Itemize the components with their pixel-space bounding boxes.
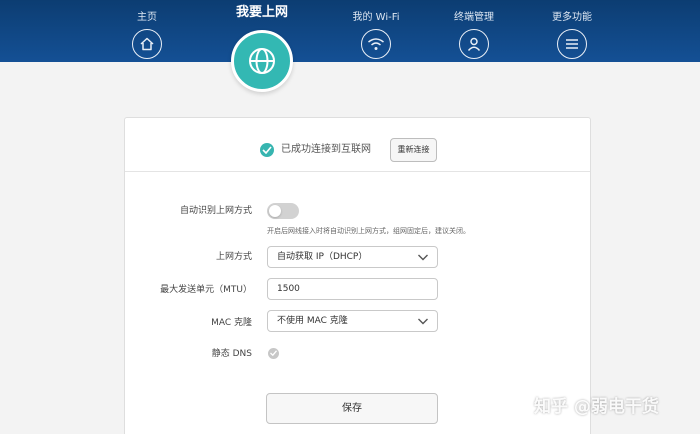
user-icon[interactable] bbox=[459, 29, 489, 59]
connection-type-value: 自动获取 IP（DHCP） bbox=[277, 252, 368, 262]
nav-label-devices: 终端管理 bbox=[454, 12, 494, 23]
auto-detect-toggle[interactable] bbox=[267, 203, 299, 219]
connection-status-bar: 已成功连接到互联网 重新连接 bbox=[125, 118, 590, 172]
menu-icon[interactable] bbox=[557, 29, 587, 59]
nav-item-home[interactable]: 主页 bbox=[107, 0, 187, 59]
static-dns-label: 静态 DNS bbox=[211, 349, 252, 359]
top-nav-bar: 主页 我要上网 我的 Wi-Fi 终端管理 更多功能 bbox=[0, 0, 700, 62]
mac-clone-select[interactable]: 不使用 MAC 克隆 bbox=[267, 310, 438, 332]
connection-type-label: 上网方式 bbox=[215, 252, 252, 262]
nav-item-internet[interactable]: 我要上网 bbox=[222, 0, 302, 21]
chevron-down-icon bbox=[418, 254, 428, 261]
save-button[interactable]: 保存 bbox=[266, 393, 438, 424]
mtu-input[interactable]: 1500 bbox=[267, 278, 438, 300]
mtu-value: 1500 bbox=[277, 284, 300, 294]
mtu-label: 最大发送单元（MTU） bbox=[160, 285, 252, 295]
nav-item-wifi[interactable]: 我的 Wi-Fi bbox=[336, 0, 416, 59]
auto-detect-hint: 开启后网线接入时将自动识别上网方式，组网固定后，建议关闭。 bbox=[267, 227, 470, 235]
auto-detect-label: 自动识别上网方式 bbox=[179, 206, 252, 216]
mac-clone-value: 不使用 MAC 克隆 bbox=[277, 316, 348, 326]
wifi-icon[interactable] bbox=[361, 29, 391, 59]
home-icon[interactable] bbox=[132, 29, 162, 59]
chevron-down-icon bbox=[418, 318, 428, 325]
nav-label-internet: 我要上网 bbox=[235, 5, 288, 20]
nav-label-home: 主页 bbox=[137, 12, 157, 23]
globe-icon[interactable] bbox=[231, 30, 293, 92]
nav-label-wifi: 我的 Wi-Fi bbox=[352, 12, 400, 23]
internet-settings-card: 已成功连接到互联网 重新连接 自动识别上网方式 开启后网线接入时将自动识别上网方… bbox=[124, 117, 591, 434]
nav-label-more: 更多功能 bbox=[552, 12, 592, 23]
nav-item-more[interactable]: 更多功能 bbox=[532, 0, 612, 59]
connection-status-text: 已成功连接到互联网 bbox=[281, 144, 371, 155]
nav-item-devices[interactable]: 终端管理 bbox=[434, 0, 514, 59]
watermark-text: 知乎 @弱电干货 bbox=[534, 397, 659, 417]
check-circle-icon bbox=[260, 143, 274, 157]
static-dns-checkbox[interactable] bbox=[268, 348, 279, 359]
mac-clone-label: MAC 克隆 bbox=[211, 318, 252, 328]
connection-type-select[interactable]: 自动获取 IP（DHCP） bbox=[267, 246, 438, 268]
toggle-knob bbox=[269, 205, 281, 217]
reconnect-button[interactable]: 重新连接 bbox=[390, 138, 437, 162]
